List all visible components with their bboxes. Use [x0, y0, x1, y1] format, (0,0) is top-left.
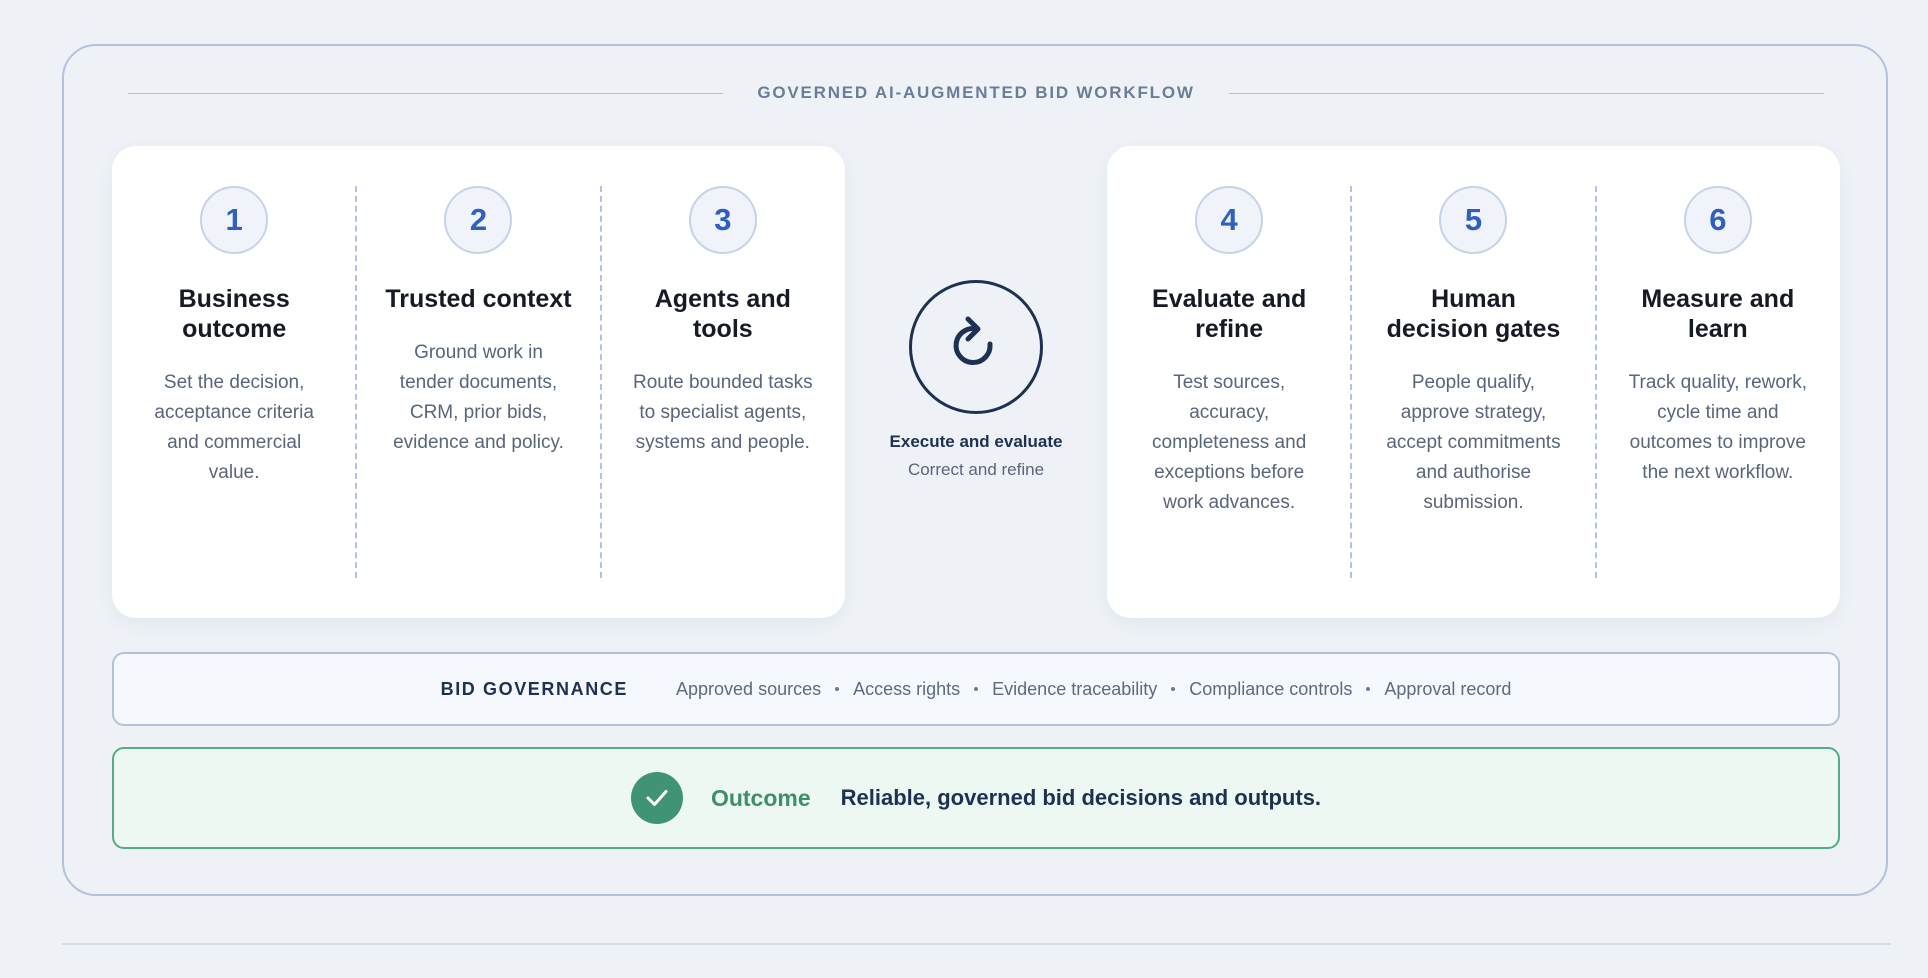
- heading-rule-right: [1228, 92, 1825, 94]
- step-number-badge: 1: [200, 186, 269, 254]
- separator-dot: [1366, 687, 1371, 691]
- governance-item: Approval record: [1384, 678, 1512, 699]
- separator-dot: [1171, 687, 1176, 691]
- step-title: Evaluate and refine: [1152, 285, 1307, 343]
- step-title: Measure and learn: [1641, 285, 1795, 343]
- step-3: 3 Agents and tools Route bounded tasks t…: [599, 186, 845, 578]
- governance-item: Access rights: [853, 678, 961, 699]
- steps-card-right: 4 Evaluate and refine Test sources, accu…: [1107, 146, 1840, 618]
- step-description: People qualify, approve strategy, accept…: [1386, 372, 1561, 513]
- loop-subtitle: Correct and refine: [907, 460, 1045, 479]
- step-number-badge: 3: [688, 186, 757, 254]
- bottom-divider: [62, 943, 1891, 945]
- step-number-badge: 6: [1683, 186, 1752, 254]
- step-description: Route bounded tasks to specialist agents…: [633, 372, 813, 453]
- step-number-badge: 5: [1439, 186, 1508, 254]
- steps-card-left: 1 Business outcome Set the decision, acc…: [112, 146, 845, 618]
- governance-item: Compliance controls: [1189, 678, 1353, 699]
- step-title: Business outcome: [178, 285, 290, 343]
- step-1: 1 Business outcome Set the decision, acc…: [112, 186, 356, 578]
- diagram-title: GOVERNED AI-AUGMENTED BID WORKFLOW: [757, 83, 1195, 102]
- outcome-text: Reliable, governed bid decisions and out…: [840, 785, 1322, 810]
- step-description: Set the decision, acceptance criteria an…: [154, 372, 314, 483]
- step-description: Ground work in tender documents, CRM, pr…: [393, 342, 564, 453]
- step-title: Agents and tools: [654, 285, 791, 343]
- step-5: 5 Human decision gates People qualify, a…: [1350, 186, 1595, 578]
- separator-dot: [974, 687, 979, 691]
- diagram-heading: GOVERNED AI-AUGMENTED BID WORKFLOW: [128, 80, 1825, 106]
- governance-bar: BID GOVERNANCE Approved sources Access r…: [112, 652, 1840, 726]
- step-2: 2 Trusted context Ground work in tender …: [355, 186, 600, 578]
- heading-rule-left: [128, 92, 724, 94]
- governance-item: Approved sources: [676, 678, 822, 699]
- step-description: Track quality, rework, cycle time and ou…: [1628, 372, 1808, 483]
- separator-dot: [835, 687, 840, 691]
- step-6: 6 Measure and learn Track quality, rewor…: [1594, 186, 1840, 578]
- step-description: Test sources, accuracy, completeness and…: [1152, 372, 1307, 513]
- check-icon: [630, 772, 683, 824]
- step-number-badge: 2: [444, 186, 513, 254]
- governance-item: Evidence traceability: [992, 678, 1158, 699]
- step-4: 4 Evaluate and refine Test sources, accu…: [1107, 186, 1351, 578]
- step-title: Human decision gates: [1386, 285, 1561, 343]
- governance-label: BID GOVERNANCE: [440, 678, 629, 699]
- refresh-cycle-icon: [909, 280, 1043, 414]
- loop-title: Execute and evaluate: [889, 432, 1063, 451]
- step-title: Trusted context: [385, 285, 572, 313]
- outcome-bar: Outcome Reliable, governed bid decisions…: [112, 747, 1840, 849]
- step-number-badge: 4: [1195, 186, 1264, 254]
- execute-evaluate-loop: Execute and evaluate Correct and refine: [860, 280, 1092, 480]
- outcome-label: Outcome: [710, 784, 811, 811]
